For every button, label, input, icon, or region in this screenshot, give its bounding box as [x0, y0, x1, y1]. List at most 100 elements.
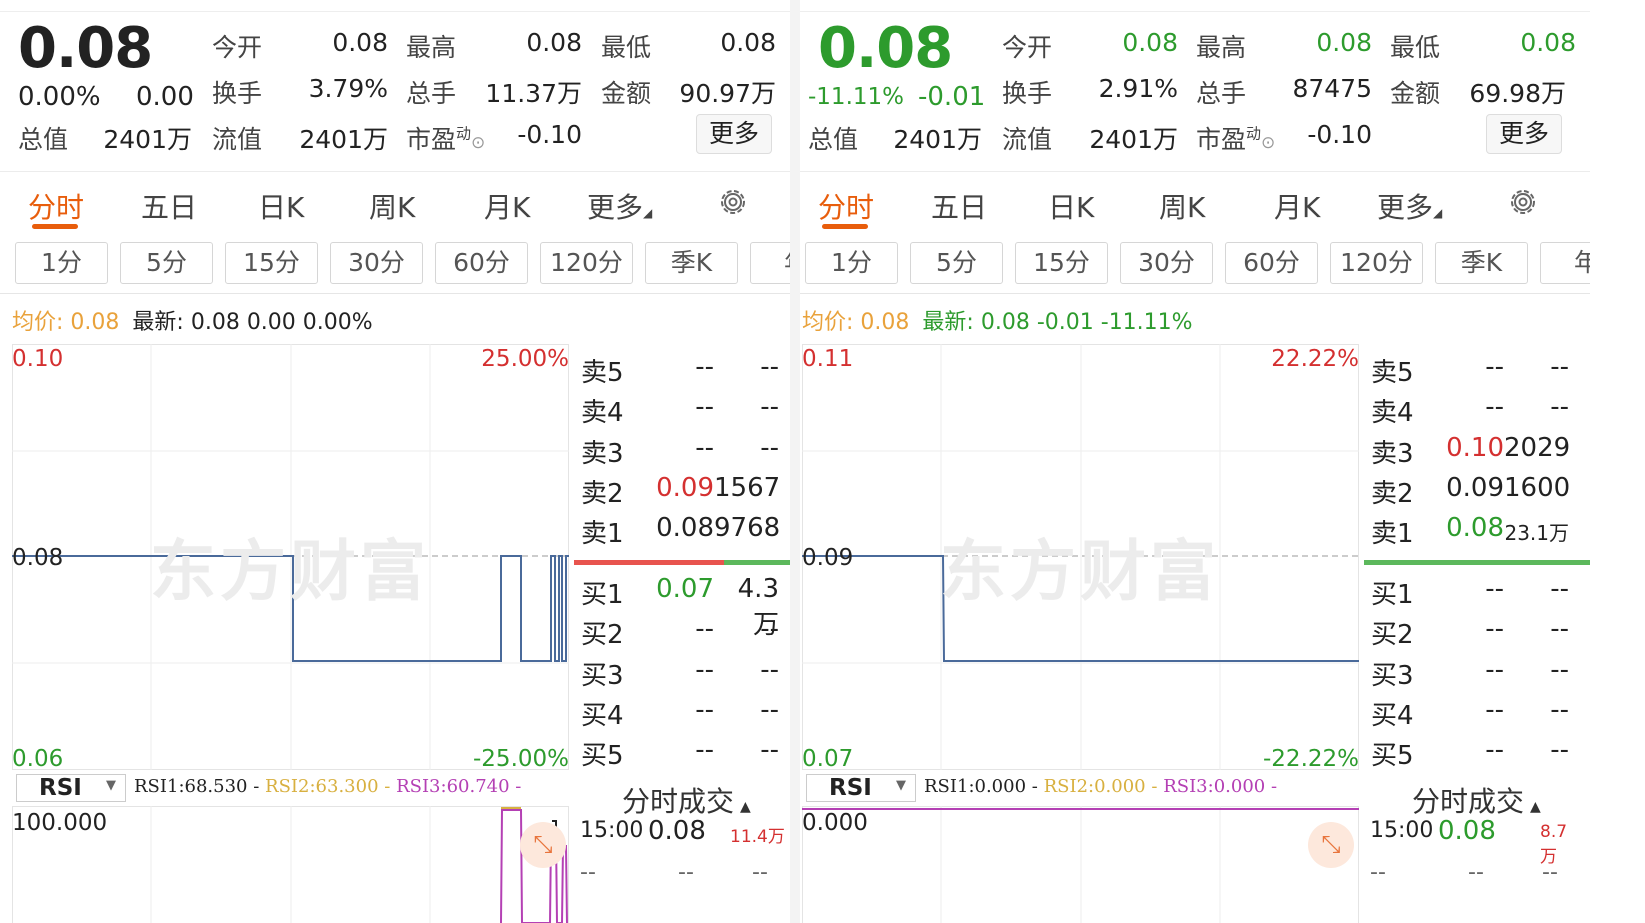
avg-price-label: 均价:: [12, 310, 64, 335]
tab-monthly-k[interactable]: 月K: [1274, 186, 1320, 226]
ask-price: --: [1485, 392, 1504, 422]
tab-daily-k[interactable]: 日K: [258, 186, 304, 226]
bid-volume: --: [760, 614, 779, 644]
quote-header: 0.08 -11.11% -0.01 今开 0.08 最高 0.08 最低 0.…: [800, 0, 1590, 172]
open-value: 0.08: [1122, 28, 1178, 57]
volume-value: 11.37万: [485, 79, 582, 108]
period-30min[interactable]: 30分: [330, 242, 423, 284]
period-5min[interactable]: 5分: [910, 242, 1003, 284]
period-15min[interactable]: 15分: [1015, 242, 1108, 284]
ask-price: --: [1485, 352, 1504, 382]
ask-label: 卖2: [1371, 479, 1414, 509]
change-percent: -11.11%: [808, 84, 904, 110]
ask-volume: --: [1550, 352, 1569, 382]
bid-row-5: 买5 -- --: [1364, 731, 1580, 771]
settings-gear-icon[interactable]: [1508, 187, 1538, 217]
trade-placeholder: --: [678, 860, 694, 885]
ask-price: --: [695, 352, 714, 382]
tab-weekly-k[interactable]: 周K: [369, 186, 415, 226]
bid-price: --: [1485, 655, 1504, 685]
period-60min[interactable]: 60分: [1225, 242, 1318, 284]
settings-gear-icon[interactable]: [718, 187, 748, 217]
expand-arrows-icon[interactable]: ⤡: [1308, 822, 1354, 868]
period-120min[interactable]: 120分: [540, 242, 633, 284]
ask-price: 0.10: [1446, 433, 1504, 463]
latest-label: 最新:: [132, 310, 184, 335]
time-sales-title-text: 分时成交: [1412, 785, 1525, 818]
rsi-values: RSI1:0.000 - RSI2:0.000 - RSI3:0.000 -: [924, 776, 1277, 797]
bid-label: 买2: [581, 620, 624, 650]
period-120min[interactable]: 120分: [1330, 242, 1423, 284]
tab-more[interactable]: 更多◢: [587, 186, 652, 226]
tab-more-label: 更多: [587, 191, 644, 224]
bid-price: --: [1485, 735, 1504, 765]
tab-weekly-k[interactable]: 周K: [1159, 186, 1205, 226]
period-1min[interactable]: 1分: [805, 242, 898, 284]
open-label: 今开: [1002, 33, 1053, 62]
tab-daily-k[interactable]: 日K: [1048, 186, 1094, 226]
rsi3-value: RSI3:60.740 -: [396, 776, 522, 797]
bid-volume: --: [1550, 695, 1569, 725]
bid-strength-bar: [1364, 560, 1590, 565]
bid-row-2: 买2 -- --: [574, 610, 790, 650]
tab-monthly-k[interactable]: 月K: [484, 186, 530, 226]
ask-volume: 2029: [1504, 433, 1571, 463]
chart-mid-price: 0.08: [12, 545, 64, 571]
tab-five-day[interactable]: 五日: [141, 186, 197, 226]
chart-bottom-pct: -22.22%: [1263, 746, 1359, 772]
more-quote-button[interactable]: 更多: [1486, 114, 1562, 154]
bid-price: --: [1485, 695, 1504, 725]
trade-placeholder: --: [1370, 860, 1386, 885]
period-15min[interactable]: 15分: [225, 242, 318, 284]
rsi2-value: RSI2:63.300 -: [265, 776, 391, 797]
period-30min[interactable]: 30分: [1120, 242, 1213, 284]
dropdown-triangle-icon: ◢: [643, 206, 653, 220]
dropdown-arrow-icon: ▼: [896, 778, 906, 793]
period-quarter-k[interactable]: 季K: [645, 242, 738, 284]
pe-label-text: 市盈: [1196, 125, 1247, 154]
tab-more[interactable]: 更多◢: [1377, 186, 1442, 226]
period-quarter-k[interactable]: 季K: [1435, 242, 1528, 284]
info-circle-icon[interactable]: ⊙: [1261, 133, 1275, 153]
pe-label: 市盈动⊙: [406, 120, 485, 156]
tab-five-day[interactable]: 五日: [931, 186, 987, 226]
expand-arrows-icon[interactable]: ⤡: [520, 822, 566, 868]
ask-label: 卖4: [1371, 398, 1414, 428]
ask-label: 卖2: [581, 479, 624, 509]
trade-row: 15:00 0.08 8.7万: [1370, 816, 1580, 867]
ask-strength-bar: [574, 560, 724, 565]
period-1min[interactable]: 1分: [15, 242, 108, 284]
time-sales-panel: 分时成交 ▲ 15:00 0.08 8.7万 -- -- --: [1364, 772, 1590, 923]
tab-intraday[interactable]: 分时: [818, 186, 874, 226]
time-sales-title[interactable]: 分时成交 ▲: [622, 780, 751, 820]
current-price: 0.08: [818, 16, 953, 81]
period-year-k[interactable]: 年: [750, 242, 790, 284]
bid-volume: --: [1550, 655, 1569, 685]
dropdown-arrow-icon: ▼: [106, 778, 116, 793]
indicator-select-value: RSI: [39, 775, 82, 801]
info-circle-icon[interactable]: ⊙: [471, 133, 485, 153]
bid-row-3: 买3 -- --: [1364, 651, 1580, 691]
rsi-chart[interactable]: 0.000: [802, 806, 1359, 923]
period-60min[interactable]: 60分: [435, 242, 528, 284]
period-year-k[interactable]: 年: [1540, 242, 1590, 284]
trade-price: 0.08: [648, 816, 706, 846]
change-percent: 0.00%: [18, 82, 101, 112]
ask-price: --: [695, 433, 714, 463]
low-value: 0.08: [720, 28, 776, 57]
ask-volume: --: [760, 392, 779, 422]
ask-price: --: [695, 392, 714, 422]
bid-label: 买4: [581, 701, 624, 731]
more-quote-button[interactable]: 更多: [696, 114, 772, 154]
period-5min[interactable]: 5分: [120, 242, 213, 284]
ask-volume: 9768: [714, 513, 781, 543]
ask-row-5: 卖5 -- --: [574, 348, 790, 388]
bid-volume: --: [760, 655, 779, 685]
rsi-chart[interactable]: 100.000: [12, 806, 569, 923]
pe-label: 市盈动⊙: [1196, 120, 1275, 156]
tab-intraday[interactable]: 分时: [28, 186, 84, 226]
rsi-top-value: 100.000: [12, 810, 108, 836]
change-amount: 0.00: [136, 82, 194, 112]
avg-price-value: 0.08: [70, 310, 120, 335]
time-sales-title[interactable]: 分时成交 ▲: [1412, 780, 1541, 820]
